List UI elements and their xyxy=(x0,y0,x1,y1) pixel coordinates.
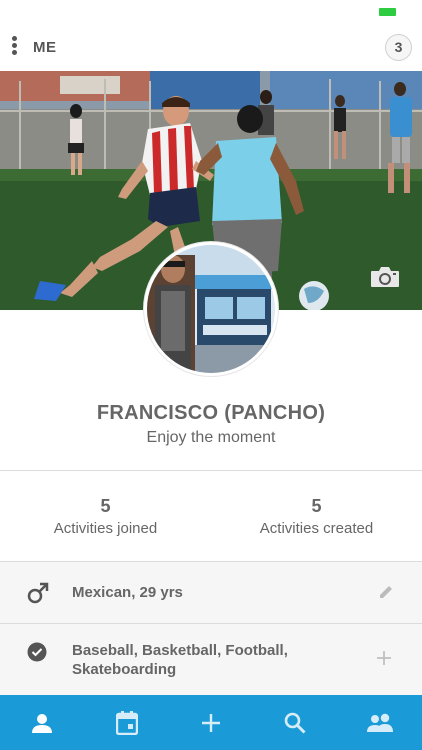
tab-add[interactable] xyxy=(169,695,253,750)
sports-list: Baseball, Basketball, Football, Skateboa… xyxy=(72,641,288,679)
avatar[interactable] xyxy=(144,242,278,376)
add-icon xyxy=(201,713,220,732)
battery-icon xyxy=(379,8,396,16)
profile-tagline: Enjoy the moment xyxy=(146,429,276,446)
stat-label: Activities joined xyxy=(53,520,158,537)
edit-icon[interactable] xyxy=(378,584,394,605)
tab-profile[interactable] xyxy=(0,695,84,750)
bottom-tab-bar xyxy=(0,695,422,750)
more-options-icon[interactable] xyxy=(9,36,19,58)
camera-icon[interactable] xyxy=(370,266,400,288)
top-header: ME 3 xyxy=(0,24,422,71)
info-row-sports[interactable]: Baseball, Basketball, Football, Skateboa… xyxy=(0,624,422,695)
calendar-icon xyxy=(115,710,138,735)
friends-icon xyxy=(366,713,393,732)
profile-screen: ME 3 FRANCISCO (PANCHO) Enjoy the moment… xyxy=(0,0,422,750)
sports-line: Baseball, Basketball, Football, xyxy=(72,642,288,659)
divider xyxy=(0,470,422,471)
sports-line: Skateboarding xyxy=(72,661,177,678)
stat-activities-joined[interactable]: 5 Activities joined xyxy=(0,496,211,537)
notification-badge[interactable]: 3 xyxy=(385,34,412,61)
nationality-age: Mexican, 29 yrs xyxy=(72,584,183,601)
status-bar xyxy=(0,0,422,24)
male-icon xyxy=(27,582,49,609)
stat-activities-created[interactable]: 5 Activities created xyxy=(211,496,422,537)
tab-search[interactable] xyxy=(253,695,337,750)
profile-name: FRANCISCO (PANCHO) xyxy=(96,402,326,424)
stat-label: Activities created xyxy=(259,520,374,537)
stat-count: 5 xyxy=(100,496,111,516)
profile-icon xyxy=(32,713,53,733)
add-sport-icon[interactable] xyxy=(376,650,392,671)
page-title: ME xyxy=(33,39,57,56)
stat-count: 5 xyxy=(311,496,322,516)
tab-calendar[interactable] xyxy=(84,695,168,750)
search-icon xyxy=(285,712,306,734)
avatar-photo xyxy=(147,245,275,373)
info-row-nationality[interactable]: Mexican, 29 yrs xyxy=(0,562,422,623)
check-circle-icon xyxy=(27,642,47,667)
tab-friends[interactable] xyxy=(338,695,422,750)
